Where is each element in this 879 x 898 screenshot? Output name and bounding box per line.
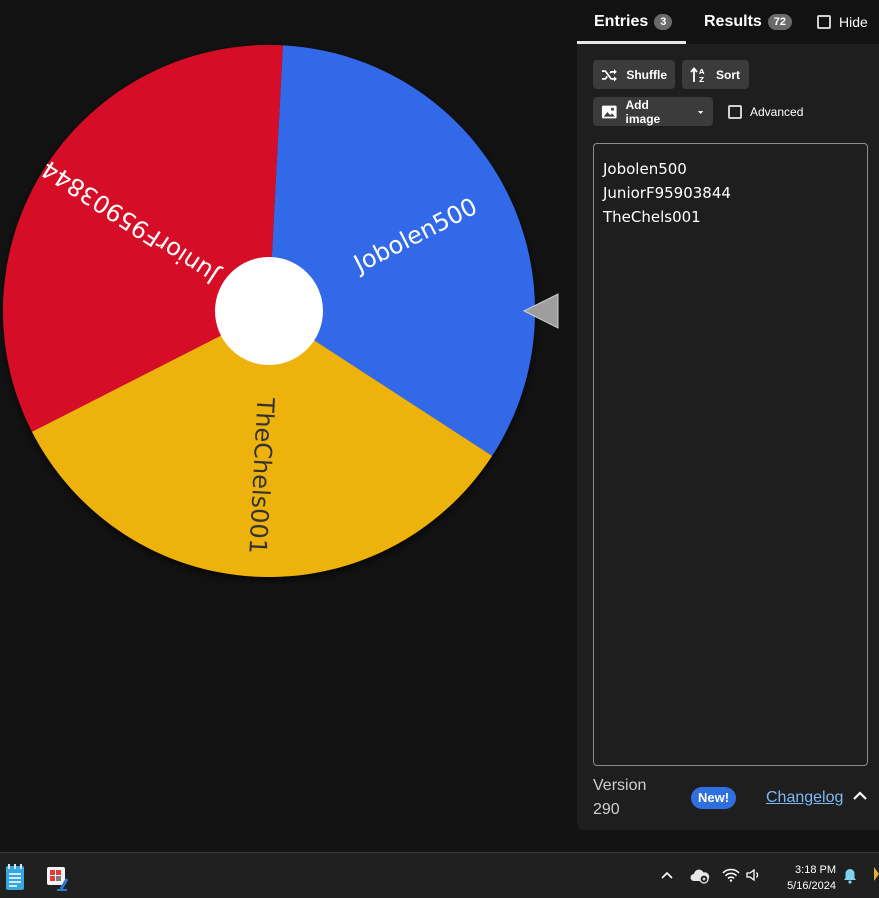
advanced-toggle[interactable]: Advanced — [728, 97, 803, 126]
onedrive-sync-icon[interactable] — [690, 868, 710, 884]
chevron-up-icon[interactable] — [851, 788, 869, 802]
new-badge: New! — [691, 787, 737, 809]
entry-line: TheChels001 — [603, 208, 701, 226]
sort-icon: A Z — [690, 66, 705, 83]
svg-text:A: A — [699, 68, 705, 76]
tab-results-label: Results — [704, 13, 762, 30]
active-tab-indicator — [577, 41, 686, 44]
entries-panel: Entries 3 Results 72 Hide Shuffle A Z So… — [577, 0, 879, 830]
tab-results[interactable]: Results 72 — [704, 0, 793, 44]
caret-down-icon — [697, 110, 704, 114]
advanced-checkbox[interactable] — [728, 104, 742, 119]
add-image-label: Add image — [625, 97, 661, 126]
clock-date: 5/16/2024 — [787, 880, 836, 892]
results-count-badge: 72 — [767, 14, 793, 30]
hide-toggle[interactable]: Hide — [817, 0, 868, 44]
image-icon — [601, 105, 617, 118]
changelog-link[interactable]: Changelog — [766, 787, 843, 809]
clock-time: 3:18 PM — [795, 864, 836, 876]
advanced-label: Advanced — [750, 104, 804, 119]
tab-entries-label: Entries — [594, 13, 649, 30]
shuffle-label: Shuffle — [626, 67, 667, 82]
sort-button[interactable]: A Z Sort — [682, 60, 749, 89]
copilot-icon[interactable] — [870, 865, 879, 883]
sort-label: Sort — [716, 67, 740, 82]
version-number: 290 — [593, 801, 620, 818]
hide-label: Hide — [839, 14, 868, 30]
shuffle-button[interactable]: Shuffle — [593, 60, 675, 89]
taskbar: 3:18 PM 5/16/2024 — [0, 852, 879, 898]
spin-wheel[interactable]: Jobolen500 TheChels001 JuniorF95903844 — [0, 40, 560, 585]
panel-tabs: Entries 3 Results 72 Hide — [577, 0, 879, 44]
tab-entries[interactable]: Entries 3 — [594, 0, 673, 44]
tray-overflow-chevron-icon[interactable] — [660, 870, 674, 880]
system-clock[interactable]: 3:18 PM 5/16/2024 — [776, 862, 836, 894]
entries-count-badge: 3 — [654, 14, 673, 30]
version-info: Version 290 — [593, 774, 646, 822]
app-root: Jobolen500 TheChels001 JuniorF95903844 Ent… — [0, 0, 879, 898]
volume-icon[interactable] — [745, 868, 763, 882]
entry-line: Jobolen500 — [603, 160, 687, 178]
add-image-button[interactable]: Add image — [593, 97, 713, 126]
wifi-icon[interactable] — [722, 868, 740, 882]
entry-line: JuniorF95903844 — [603, 184, 731, 202]
notepad-app-icon[interactable] — [5, 863, 25, 891]
entries-textarea[interactable]: Jobolen500 JuniorF95903844 TheChels001 — [593, 143, 868, 766]
shuffle-icon — [601, 68, 617, 81]
hide-checkbox[interactable] — [817, 15, 831, 29]
notification-bell-icon[interactable] — [843, 868, 857, 884]
version-label: Version — [593, 777, 647, 794]
paint-app-icon[interactable] — [46, 865, 72, 891]
wheel-graphic[interactable]: Jobolen500TheChels001JuniorF95903844 — [0, 40, 560, 585]
svg-text:Z: Z — [699, 76, 704, 83]
wheel-center-hub[interactable] — [215, 257, 323, 365]
